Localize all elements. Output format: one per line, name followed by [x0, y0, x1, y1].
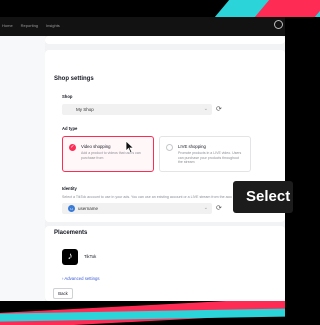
advanced-settings-link[interactable]: › Advanced settings — [62, 276, 100, 281]
shop-select-value: My Shop — [76, 107, 94, 112]
shop-settings-title: Shop settings — [54, 76, 94, 82]
placement-tiktok: TikTok — [84, 254, 97, 259]
mouse-cursor-icon — [125, 140, 135, 154]
ad-type-option-live-shopping[interactable]: LIVE shopping Promote products in a LIVE… — [159, 136, 251, 172]
identity-hint: Select a TikTok account to use in your a… — [62, 195, 232, 199]
option-title: LIVE shopping — [178, 144, 206, 149]
user-avatar-icon[interactable] — [274, 20, 283, 29]
shop-select[interactable]: My Shop ⌄ — [62, 104, 212, 115]
advanced-settings-label: Advanced settings — [64, 276, 100, 281]
previous-section-card — [45, 36, 285, 44]
refresh-icon[interactable]: ⟳ — [216, 106, 222, 113]
top-nav-bar: Home Reporting Insights — [0, 17, 285, 36]
placements-title: Placements — [54, 230, 88, 236]
option-description: Promote products in a LIVE video. Users … — [178, 151, 242, 165]
option-description: Add a product to videos that users can p… — [81, 151, 141, 160]
identity-select[interactable]: u username ⌄ — [62, 203, 212, 214]
bottom-decorative-band — [0, 301, 285, 325]
chevron-down-icon: ⌄ — [203, 106, 208, 112]
identity-label: Identity — [62, 186, 77, 191]
placements-card: Placements ♪ TikTok › Advanced settings … — [45, 226, 285, 301]
main-content: Shop settings Shop My Shop ⌄ ⟳ Ad type ✓… — [0, 36, 285, 301]
radio-unselected — [166, 144, 173, 151]
option-title: Video shopping — [81, 144, 111, 149]
ad-type-label: Ad type — [62, 126, 78, 131]
nav-item-reporting[interactable]: Reporting — [21, 23, 38, 28]
nav-items: Home Reporting Insights — [2, 23, 60, 28]
user-avatar-icon: u — [68, 205, 75, 212]
nav-item-home[interactable]: Home — [2, 23, 13, 28]
tiktok-logo-icon: ♪ — [62, 249, 78, 265]
select-caption-overlay: Select — [233, 181, 293, 213]
refresh-icon[interactable]: ⟳ — [216, 205, 222, 212]
nav-item-insights[interactable]: Insights — [46, 23, 60, 28]
chevron-down-icon: ⌄ — [203, 205, 208, 211]
ad-type-option-video-shopping[interactable]: ✓ Video shopping Add a product to videos… — [62, 136, 154, 172]
back-button[interactable]: Back — [53, 288, 73, 299]
left-side-panel — [0, 36, 45, 301]
check-icon: ✓ — [69, 144, 76, 151]
shop-label: Shop — [62, 94, 73, 99]
identity-value: username — [78, 206, 99, 211]
